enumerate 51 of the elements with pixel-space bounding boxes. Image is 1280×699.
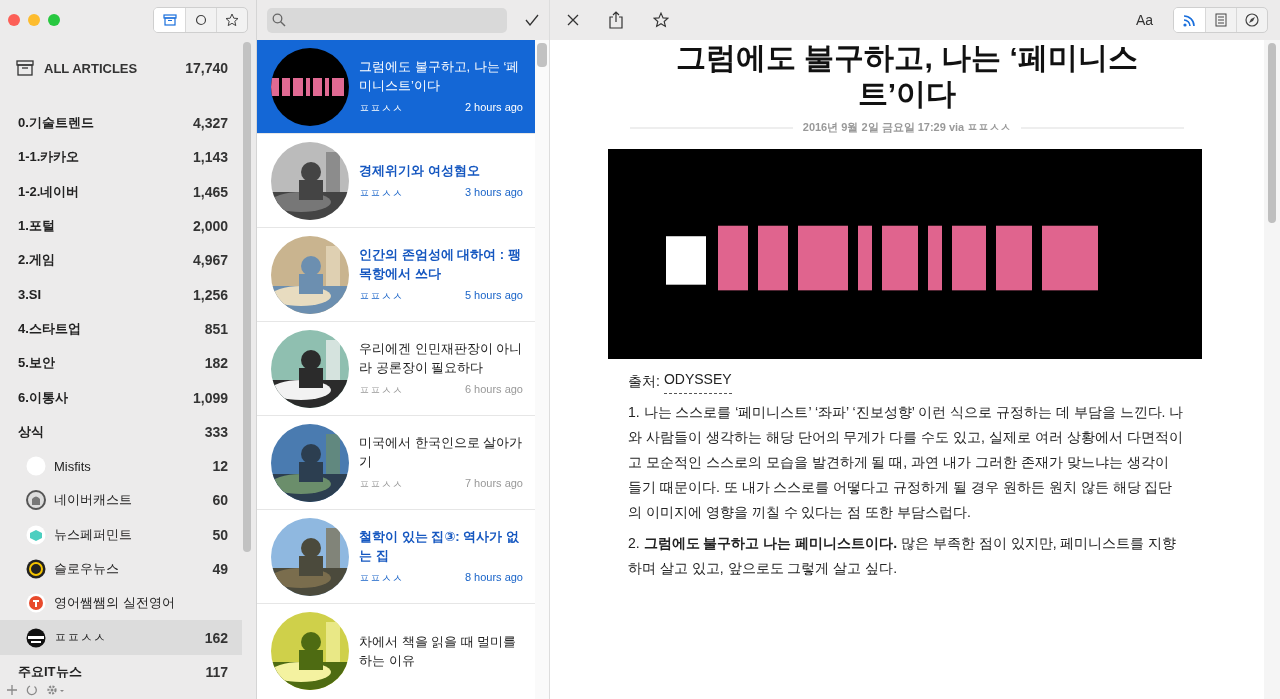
folder-item[interactable]: 1-1.카카오 1,143 bbox=[0, 140, 242, 175]
folder-item[interactable]: 0.기술트렌드 4,327 bbox=[0, 106, 242, 141]
feed-item[interactable]: Misfits 12 bbox=[0, 448, 242, 484]
article-time: 3 hours ago bbox=[464, 185, 523, 200]
article-item[interactable]: 철학이 있는 집③: 역사가 없는 집 ㅍㅍㅅㅅ 8 hours ago bbox=[257, 510, 535, 604]
article-paragraph: 1. 나는 스스로를 ‘페미니스트’ ‘좌파’ ‘진보성향’ 이런 식으로 규정하는 데 부담을 느낀다. 나와 사람들이 생각하는 해당 단어의 무게가 다를 수도 있고, 실제로 여러 상황에서 다면적이고 모순적인 스스로의 모습을 발견하게 될 때, 과연 내가 그러한 존재가 맞느냐는 생각이 들기 때문이다. 또 내가 스스로를 어떻다고 규정하게 될 경우 원하든 원치 않든 해당 집단의 이미지에 영향을 끼칠 수 있다는 점 또한 부담스럽다. bbox=[628, 403, 1185, 522]
article-title: 철학이 있는 집③: 역사가 없는 집 bbox=[359, 528, 520, 565]
folder-item[interactable]: 3.SI 1,256 bbox=[0, 277, 242, 312]
article-source: ㅍㅍㅅㅅ bbox=[359, 101, 403, 116]
article-heading: 그럼에도 불구하고, 나는 ‘페미니스트’이다 bbox=[675, 40, 1139, 112]
feed-item[interactable]: 슬로우뉴스 49 bbox=[0, 551, 242, 587]
article-item[interactable]: 그럼에도 불구하고, 나는 ‘페미니스트’이다 ㅍㅍㅅㅅ 2 hours ago bbox=[257, 40, 535, 134]
article-time: 8 hours ago bbox=[464, 571, 523, 585]
article-date: 2016년 9월 2일 금요일 17:29 via ㅍㅍㅅㅅ bbox=[802, 120, 1012, 135]
article-paragraph: 2. 그럼에도 불구하고 나는 페미니스트이다. 많은 부족한 점이 있지만, 페미니스트를 지향하며 살고 있고, 앞으로도 그렇게 살고 싶다. bbox=[628, 534, 1178, 578]
folder-item[interactable]: 6.이통사 1,099 bbox=[0, 380, 242, 415]
article-item[interactable]: 인간의 존엄성에 대하여 : 팽목항에서 쓰다 ㅍㅍㅅㅅ 5 hours ago bbox=[257, 228, 535, 322]
feed-item[interactable]: 뉴스페퍼민트 50 bbox=[0, 517, 242, 552]
folder-item[interactable]: 4.스타트업 851 bbox=[0, 311, 242, 347]
article-source: ㅍㅍㅅㅅ bbox=[359, 289, 403, 304]
article-source: ㅍㅍㅅㅅ bbox=[359, 185, 403, 201]
article-time: 2 hours ago bbox=[464, 101, 523, 115]
folder-item[interactable]: 5.보안 182 bbox=[0, 346, 242, 381]
article-title: 그럼에도 불구하고, 나는 ‘페미니스트’이다 bbox=[359, 58, 521, 95]
source-link[interactable]: ODYSSEY bbox=[663, 369, 732, 394]
article-item[interactable]: 우리에겐 인민재판장이 아니라 공론장이 필요하다 ㅍㅍㅅㅅ 6 hours ago bbox=[257, 322, 535, 416]
article-item[interactable]: 미국에서 한국인으로 살아가기 ㅍㅍㅅㅅ 7 hours ago bbox=[257, 416, 535, 510]
feed-item[interactable]: 영어쌤쌤의 실전영어 bbox=[0, 586, 242, 621]
article-time: 5 hours ago bbox=[464, 289, 523, 303]
all-articles-item[interactable]: ALL ARTICLES 17,740 bbox=[0, 48, 242, 88]
article-title: 차에서 책을 읽을 때 멀미를 하는 이유 bbox=[359, 633, 518, 670]
article-source: ㅍㅍㅅㅅ bbox=[359, 477, 403, 492]
article-title: 우리에겐 인민재판장이 아니라 공론장이 필요하다 bbox=[359, 340, 523, 377]
font-button[interactable]: Aa bbox=[1135, 12, 1153, 28]
article-title: 인간의 존엄성에 대하여 : 팽목항에서 쓰다 bbox=[359, 246, 522, 283]
folder-item[interactable]: 1.포털 2,000 bbox=[0, 208, 242, 244]
folder-item[interactable]: 2.게임 4,967 bbox=[0, 243, 242, 278]
article-source: ㅍㅍㅅㅅ bbox=[359, 571, 403, 586]
folder-item[interactable]: 상식 333 bbox=[0, 414, 242, 449]
feed-item[interactable]: 네이버캐스트 60 bbox=[0, 483, 242, 518]
article-title: 미국에서 한국인으로 살아가기 bbox=[359, 434, 523, 471]
article-source: ㅍㅍㅅㅅ bbox=[359, 383, 403, 398]
article-time: 6 hours ago bbox=[464, 383, 523, 397]
folder-item[interactable]: 주요IT뉴스 117 bbox=[0, 654, 242, 690]
source-label: 출처: bbox=[628, 372, 660, 391]
article-time: 7 hours ago bbox=[464, 477, 523, 491]
article-item[interactable]: 경제위기와 여성혐오 ㅍㅍㅅㅅ 3 hours ago bbox=[257, 134, 535, 228]
feed-item[interactable]: ㅍㅍㅅㅅ 162 bbox=[0, 620, 242, 655]
article-title: 경제위기와 여성혐오 bbox=[359, 161, 481, 180]
folder-item[interactable]: 1-2.네이버 1,465 bbox=[0, 174, 242, 209]
article-item[interactable]: 차에서 책을 읽을 때 멀미를 하는 이유 bbox=[257, 604, 535, 698]
